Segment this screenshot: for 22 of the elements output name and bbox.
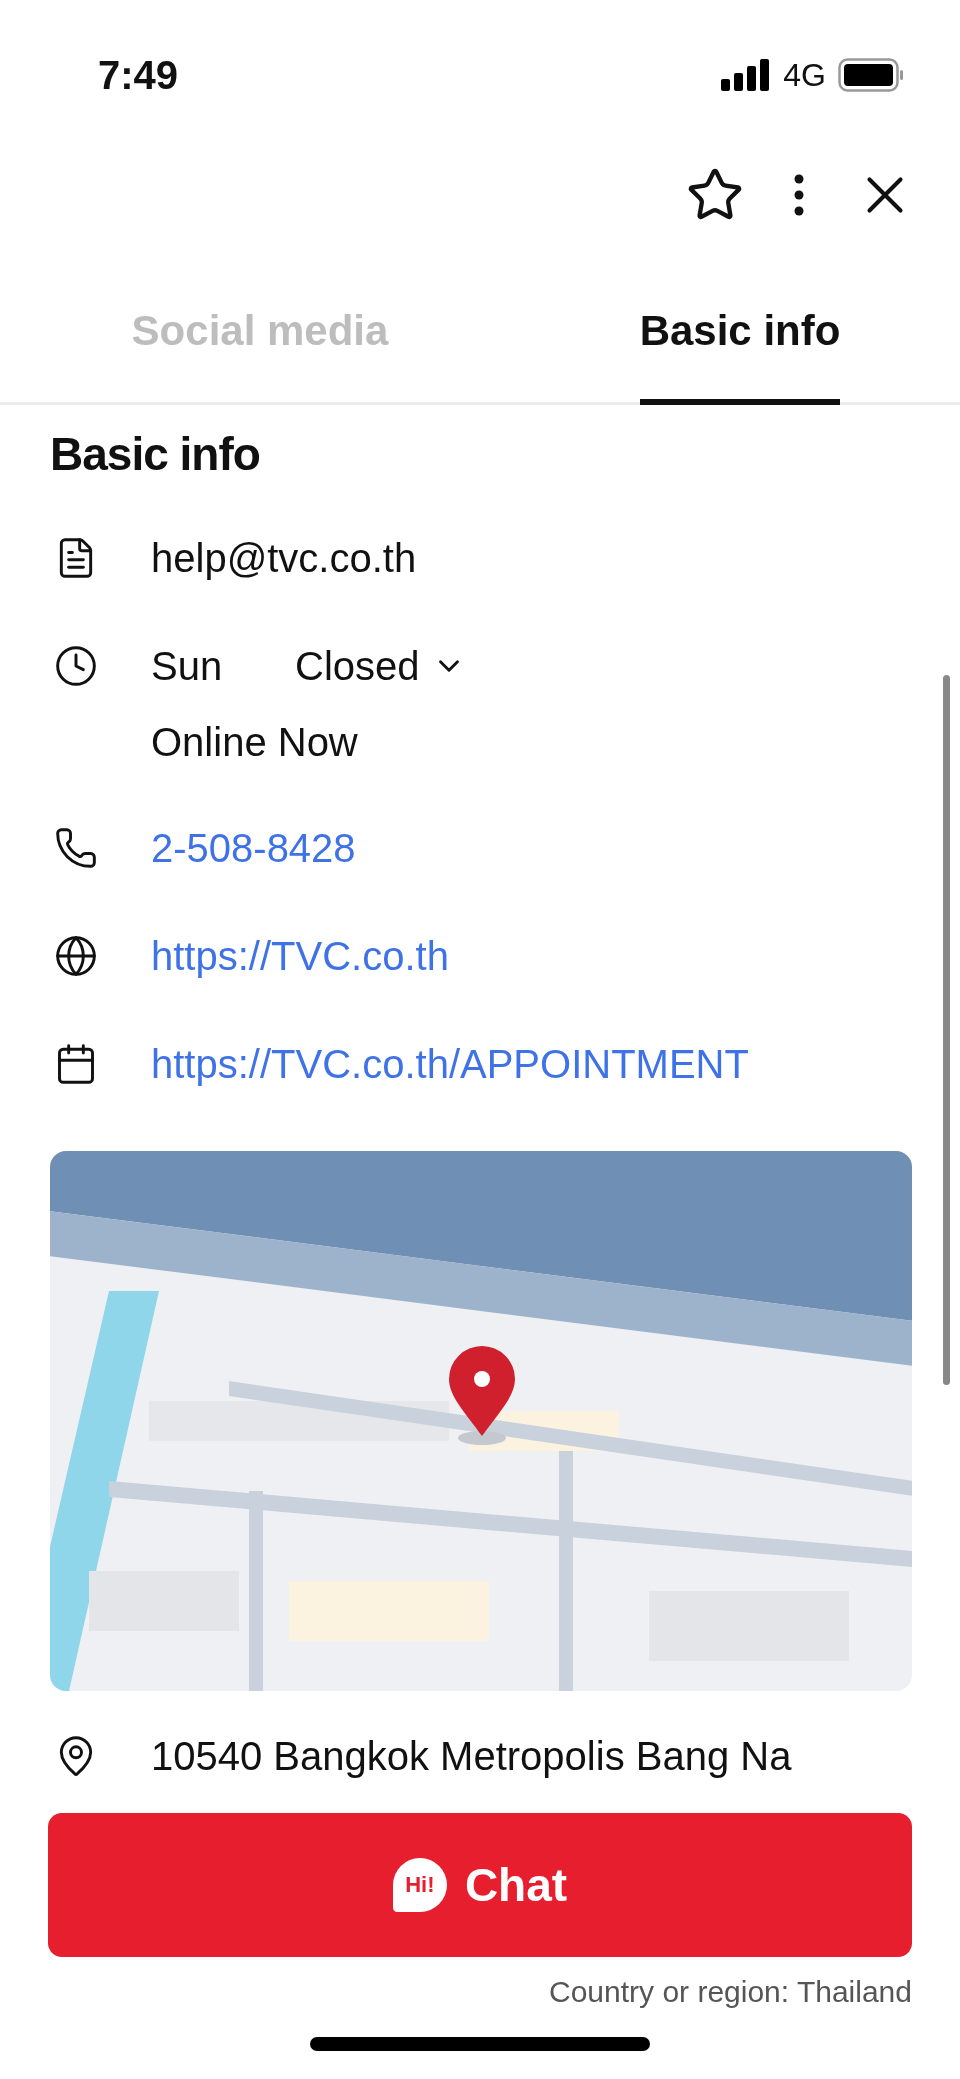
battery-icon — [838, 58, 904, 92]
tab[interactable]: Basic info — [639, 307, 841, 405]
signal-icon — [721, 59, 772, 91]
online-status: Online Now — [151, 719, 359, 766]
info-link[interactable]: https://TVC.co.th/APPOINTMENT — [151, 1039, 749, 1089]
more-icon — [794, 174, 804, 216]
chat-badge: Hi! — [392, 1858, 447, 1912]
more-button[interactable] — [794, 174, 804, 216]
address-text: 10540 Bangkok Metropolis Bang Na — [151, 1733, 792, 1780]
section-title: Basic info — [50, 427, 261, 481]
phone-icon — [54, 826, 98, 870]
info-text: help@tvc.co.th — [151, 535, 417, 582]
country-text: Country or region: Thailand — [549, 1975, 912, 2009]
chat-button[interactable]: Hi! Chat — [48, 1813, 912, 1957]
globe-icon — [54, 934, 98, 978]
info-link[interactable]: 2-508-8428 — [151, 823, 356, 873]
hours-day: Sun — [151, 641, 295, 691]
status-time: 7:49 — [98, 52, 179, 98]
hours-dropdown[interactable]: Closed — [295, 641, 466, 691]
network-type: 4G — [783, 56, 826, 94]
info-link[interactable]: https://TVC.co.th — [151, 931, 449, 981]
clock-icon — [54, 644, 98, 688]
